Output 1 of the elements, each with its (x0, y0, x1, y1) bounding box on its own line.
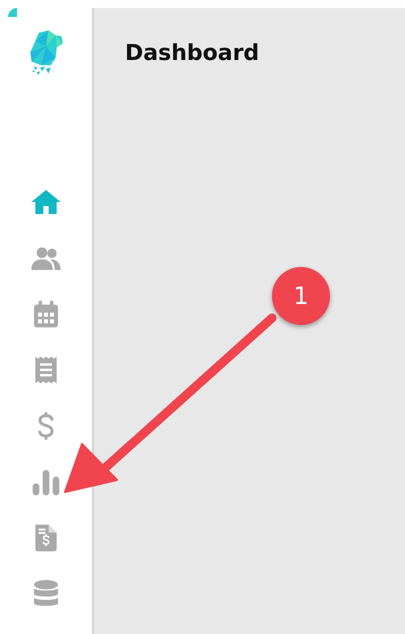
page-title: Dashboard (125, 41, 260, 66)
